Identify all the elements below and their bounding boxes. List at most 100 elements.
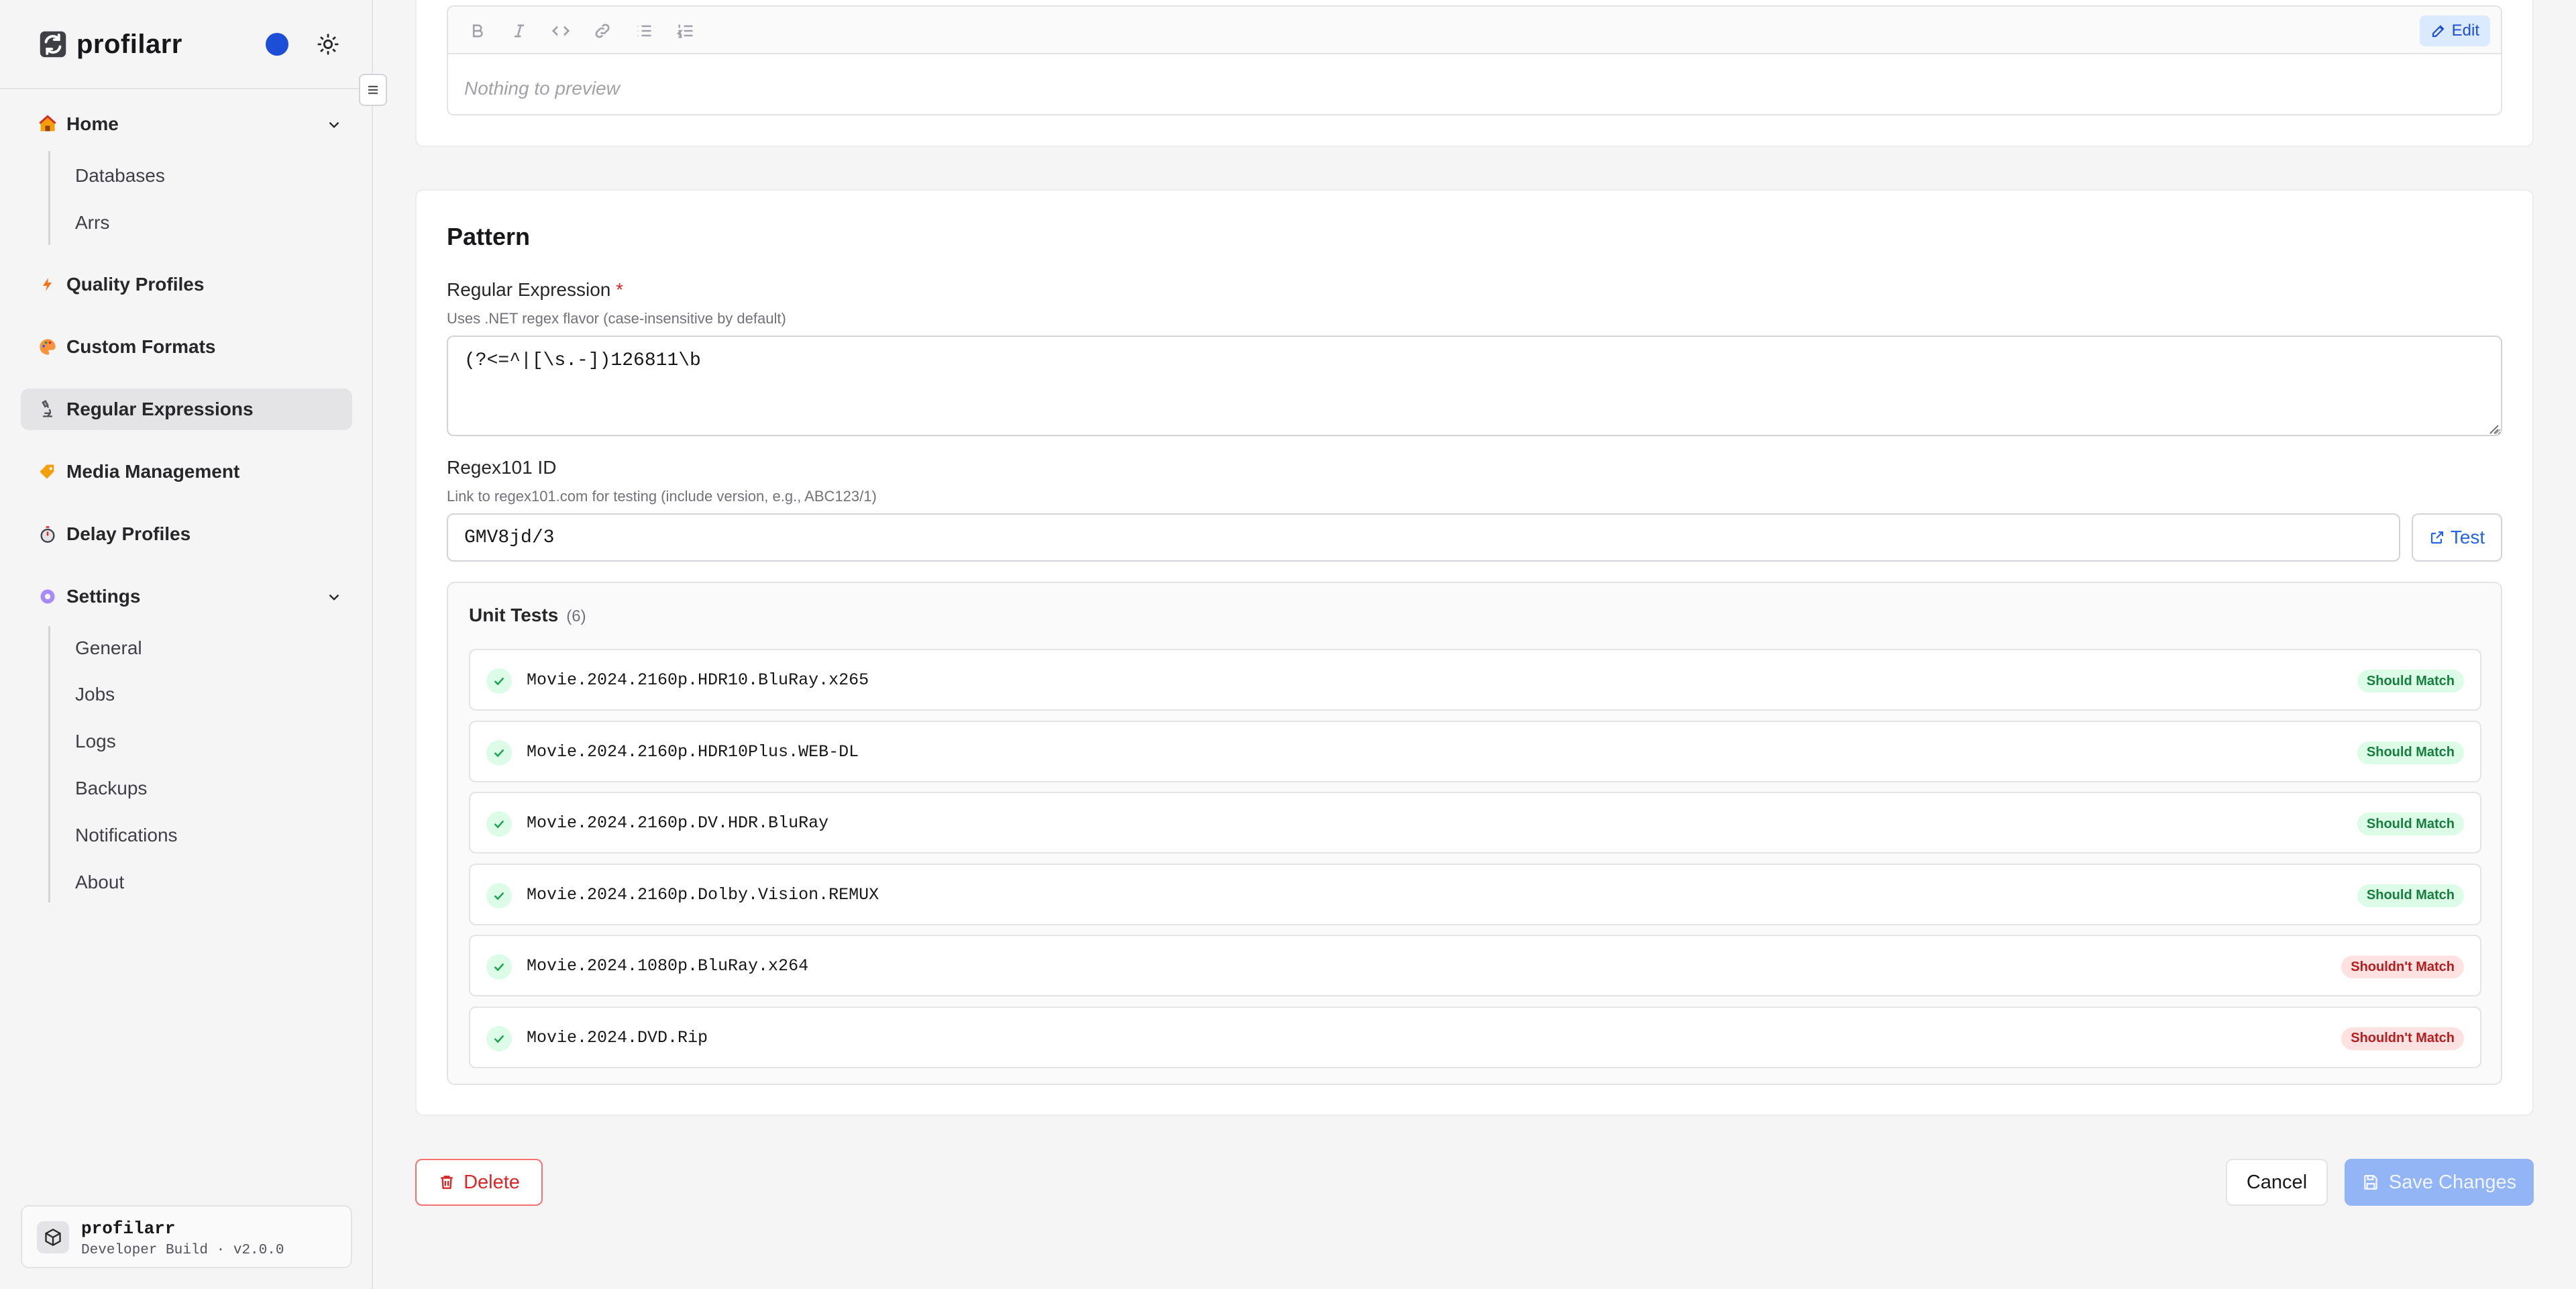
- sun-icon: [317, 34, 339, 55]
- external-link-icon: [2430, 531, 2443, 544]
- regex101-label: Regex101 ID: [447, 457, 557, 478]
- unit-test-row[interactable]: Movie.2024.2160p.HDR10Plus.WEB-DL Should …: [469, 720, 2481, 782]
- regex101-input[interactable]: [447, 513, 2400, 562]
- chevron-down-icon[interactable]: [325, 588, 343, 606]
- nav-label: Settings: [66, 586, 141, 607]
- link-icon[interactable]: [592, 20, 613, 42]
- build-info-card: profilarr Developer Build · v2.0.0: [21, 1205, 352, 1268]
- expectation-badge: Should Match: [2357, 670, 2464, 692]
- nav-item-media-management[interactable]: Media Management: [21, 451, 352, 493]
- subnav-rail: [48, 626, 50, 903]
- sidebar-item-about[interactable]: About: [75, 872, 124, 893]
- test-label: Test: [2450, 527, 2485, 548]
- sidebar-toggle-button[interactable]: [359, 74, 387, 106]
- divider: [0, 88, 372, 89]
- nav-item-home[interactable]: Home: [21, 103, 352, 145]
- microscope-icon: [38, 400, 57, 419]
- check-icon: [486, 882, 512, 909]
- theme-toggle-button[interactable]: [315, 31, 341, 58]
- nav-item-settings[interactable]: Settings: [21, 576, 352, 617]
- edit-label: Edit: [2451, 21, 2479, 40]
- nav-label: Delay Profiles: [66, 523, 191, 544]
- save-changes-button[interactable]: Save Changes: [2345, 1159, 2534, 1206]
- nav-item-delay-profiles[interactable]: Delay Profiles: [21, 513, 352, 555]
- bold-icon[interactable]: [467, 20, 488, 42]
- cancel-button[interactable]: Cancel: [2226, 1159, 2328, 1206]
- preview-placeholder: Nothing to preview: [464, 78, 620, 99]
- unit-test-name: Movie.2024.DVD.Rip: [527, 1027, 708, 1047]
- subnav-rail: [48, 151, 50, 245]
- nav-label: Media Management: [66, 461, 240, 482]
- sidebar-item-jobs[interactable]: Jobs: [75, 684, 115, 705]
- check-icon: [486, 811, 512, 837]
- nav-item-custom-formats[interactable]: Custom Formats: [21, 326, 352, 368]
- nav-label: Home: [66, 113, 119, 134]
- unit-tests-count: (6): [566, 607, 586, 625]
- unit-tests-title: Unit Tests (6): [469, 605, 586, 626]
- sidebar-item-backups[interactable]: Backups: [75, 778, 147, 799]
- palette-icon: [38, 338, 57, 356]
- expectation-badge: Shouldn't Match: [2341, 1027, 2464, 1050]
- menu-icon: [368, 85, 378, 95]
- save-label: Save Changes: [2388, 1171, 2517, 1193]
- pencil-icon: [2432, 25, 2445, 38]
- section-title: Pattern: [447, 223, 531, 250]
- check-icon: [486, 1025, 512, 1051]
- expectation-badge: Should Match: [2357, 741, 2464, 764]
- unit-test-name: Movie.2024.2160p.Dolby.Vision.REMUX: [527, 884, 879, 905]
- sidebar-item-arrs[interactable]: Arrs: [75, 212, 109, 234]
- sidebar: profilarr Home Databases Arrs Quality Pr…: [0, 0, 373, 1289]
- required-marker: *: [616, 279, 624, 300]
- sidebar-item-logs[interactable]: Logs: [75, 731, 116, 752]
- code-icon[interactable]: [550, 20, 572, 42]
- regex-textarea[interactable]: (?<=^|[\s.-])126811\b: [447, 336, 2502, 436]
- regex-help: Uses .NET regex flavor (case-insensitive…: [447, 310, 786, 327]
- numbered-list-icon[interactable]: [675, 20, 696, 42]
- resize-handle-icon[interactable]: [2486, 421, 2500, 435]
- nav-item-quality-profiles[interactable]: Quality Profiles: [21, 264, 352, 305]
- nav-label: Quality Profiles: [66, 274, 205, 295]
- delete-label: Delete: [464, 1171, 520, 1193]
- check-icon: [486, 668, 512, 694]
- profilarr-logo-icon: [40, 31, 66, 58]
- unit-test-name: Movie.2024.2160p.HDR10Plus.WEB-DL: [527, 741, 859, 762]
- trash-icon: [441, 1176, 453, 1189]
- regex-label: Regular Expression *: [447, 279, 623, 301]
- italic-icon[interactable]: [508, 20, 530, 42]
- accent-color-button[interactable]: [266, 33, 288, 56]
- unit-test-name: Movie.2024.1080p.BluRay.x264: [527, 956, 809, 976]
- nav-label: Custom Formats: [66, 336, 216, 357]
- expectation-badge: Shouldn't Match: [2341, 956, 2464, 978]
- lightning-icon: [38, 275, 57, 294]
- build-version: Developer Build · v2.0.0: [81, 1243, 284, 1258]
- unit-test-row[interactable]: Movie.2024.DVD.Rip Shouldn't Match: [469, 1006, 2481, 1068]
- bullet-list-icon[interactable]: [633, 20, 655, 42]
- unit-test-name: Movie.2024.2160p.DV.HDR.BluRay: [527, 813, 829, 833]
- expectation-badge: Should Match: [2357, 884, 2464, 907]
- unit-test-row[interactable]: Movie.2024.2160p.DV.HDR.BluRay Should Mat…: [469, 792, 2481, 854]
- sidebar-item-general[interactable]: General: [75, 637, 142, 659]
- regex101-help: Link to regex101.com for testing (includ…: [447, 488, 877, 505]
- label-icon: [38, 462, 57, 481]
- unit-tests-panel: Unit Tests (6) Movie.2024.2160p.HDR10.Blu…: [447, 582, 2502, 1085]
- delete-button[interactable]: Delete: [415, 1159, 543, 1206]
- unit-test-row[interactable]: Movie.2024.2160p.HDR10.BluRay.x265 Should…: [469, 649, 2481, 711]
- test-regex-button[interactable]: Test: [2412, 513, 2502, 562]
- unit-test-row[interactable]: Movie.2024.2160p.Dolby.Vision.REMUX Shoul…: [469, 863, 2481, 925]
- build-name: profilarr: [81, 1219, 176, 1239]
- save-icon: [2364, 1175, 2377, 1190]
- expectation-badge: Should Match: [2357, 813, 2464, 835]
- package-icon: [37, 1221, 69, 1253]
- app-name: profilarr: [76, 29, 182, 59]
- editor-toolbar: Edit: [448, 7, 2501, 54]
- unit-test-name: Movie.2024.2160p.HDR10.BluRay.x265: [527, 670, 869, 690]
- chevron-down-icon[interactable]: [325, 116, 343, 134]
- nav-item-regular-expressions[interactable]: Regular Expressions: [21, 389, 352, 430]
- sidebar-item-databases[interactable]: Databases: [75, 165, 165, 187]
- unit-tests-title-text: Unit Tests: [469, 605, 559, 625]
- edit-button[interactable]: Edit: [2419, 15, 2490, 46]
- brand[interactable]: profilarr: [39, 27, 182, 62]
- sidebar-item-notifications[interactable]: Notifications: [75, 825, 178, 846]
- stopwatch-icon: [38, 525, 57, 544]
- unit-test-row[interactable]: Movie.2024.1080p.BluRay.x264 Shouldn't Ma…: [469, 935, 2481, 996]
